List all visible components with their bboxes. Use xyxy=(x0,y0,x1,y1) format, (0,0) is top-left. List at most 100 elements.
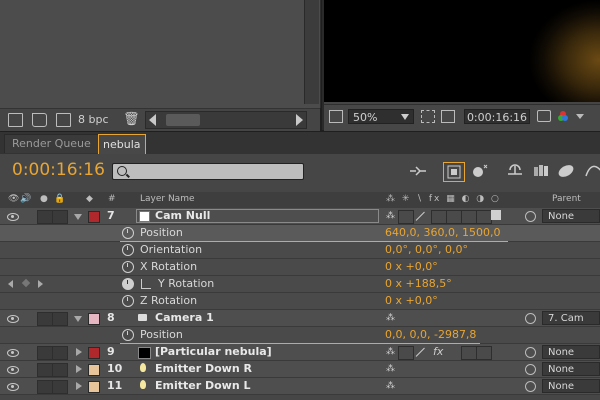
stopwatch-active-icon[interactable] xyxy=(122,278,134,290)
property-value[interactable]: 0,0°, 0,0°, 0,0° xyxy=(385,243,468,256)
hide-shy-layers-icon[interactable] xyxy=(470,162,490,180)
layer-name[interactable]: Emitter Down L xyxy=(155,379,251,392)
new-folder-icon[interactable] xyxy=(32,113,47,127)
graph-icon[interactable] xyxy=(141,279,151,289)
switch-box[interactable] xyxy=(431,210,447,224)
project-horizontal-scrollbar[interactable] xyxy=(145,111,307,129)
layer-name[interactable]: Emitter Down R xyxy=(155,362,252,375)
property-value[interactable]: 0 x +0,0° xyxy=(385,260,438,273)
switch-box[interactable] xyxy=(476,210,492,224)
tab-nebula[interactable]: nebula xyxy=(98,134,146,155)
layer-row-cam-null[interactable]: 7 Cam Null ⁂ None xyxy=(0,208,600,225)
parent-dropdown[interactable]: None xyxy=(542,362,600,376)
property-value[interactable]: 0 x +188,5° xyxy=(385,277,452,290)
switch-box[interactable] xyxy=(461,210,477,224)
eye-icon[interactable] xyxy=(7,213,19,221)
quality-icon[interactable] xyxy=(415,211,425,221)
label-color-swatch[interactable] xyxy=(88,381,100,393)
label-color-swatch[interactable] xyxy=(88,211,100,223)
property-row-y-rotation[interactable]: Y Rotation 0 x +188,5° xyxy=(0,276,600,293)
frame-blending-icon[interactable] xyxy=(505,162,525,180)
shy-switch-icon[interactable]: ⁂ xyxy=(386,381,395,391)
switch-box[interactable] xyxy=(476,346,492,360)
switch-box[interactable] xyxy=(398,346,414,360)
property-row-x-rotation[interactable]: X Rotation 0 x +0,0° xyxy=(0,259,600,276)
layer-name[interactable]: Cam Null xyxy=(155,209,210,222)
parent-dropdown[interactable]: None xyxy=(542,345,600,359)
new-composition-icon[interactable] xyxy=(56,113,71,127)
property-row-camera-position[interactable]: Position 0,0, 0,0, -2987,8 xyxy=(0,327,600,344)
expand-triangle-icon[interactable] xyxy=(74,316,82,322)
graph-editor-icon[interactable] xyxy=(584,162,600,180)
lock-box[interactable] xyxy=(52,363,68,377)
property-value[interactable]: 0 x +0,0° xyxy=(385,294,438,307)
camera-snapshot-icon[interactable] xyxy=(537,110,551,122)
choose-grid-icon[interactable] xyxy=(421,110,435,123)
layer-row-emitter-down-l[interactable]: 11 Emitter Down L ⁂ None xyxy=(0,378,600,395)
effects-fx-icon[interactable]: fx xyxy=(433,345,443,358)
pick-whip-icon[interactable] xyxy=(525,347,536,358)
label-color-swatch[interactable] xyxy=(88,364,100,376)
switches-header-icons[interactable]: ⁂ ✳ ∖ fx ▦ ◐ ◑ ○ xyxy=(386,194,501,204)
3d-layer-cube-icon[interactable] xyxy=(491,210,501,220)
previous-keyframe-icon[interactable] xyxy=(8,280,13,288)
label-color-swatch[interactable] xyxy=(88,313,100,325)
solo-header-icon[interactable]: ● xyxy=(40,194,48,204)
layer-name[interactable]: [Particular nebula] xyxy=(155,345,272,358)
always-preview-icon[interactable] xyxy=(329,110,343,123)
stopwatch-icon[interactable] xyxy=(122,244,134,256)
scroll-right-arrow-icon[interactable] xyxy=(296,114,303,126)
stopwatch-icon[interactable] xyxy=(122,295,134,307)
bit-depth-label[interactable]: 8 bpc xyxy=(78,113,109,126)
lock-box[interactable] xyxy=(52,312,68,326)
eye-icon[interactable] xyxy=(7,315,19,323)
scroll-left-arrow-icon[interactable] xyxy=(149,114,156,126)
pick-whip-icon[interactable] xyxy=(525,313,536,324)
parent-dropdown[interactable]: None xyxy=(542,379,600,393)
property-row-z-rotation[interactable]: Z Rotation 0 x +0,0° xyxy=(0,293,600,310)
pick-whip-icon[interactable] xyxy=(525,211,536,222)
magnification-select[interactable]: 50% xyxy=(348,109,414,124)
switch-box[interactable] xyxy=(461,346,477,360)
collapse-triangle-icon[interactable] xyxy=(76,348,82,356)
project-vertical-scrollbar[interactable] xyxy=(304,0,319,104)
quality-icon[interactable] xyxy=(415,347,425,357)
property-row-orientation[interactable]: Orientation 0,0°, 0,0°, 0,0° xyxy=(0,242,600,259)
draft-3d-icon[interactable] xyxy=(443,162,465,182)
eye-icon[interactable] xyxy=(7,366,19,374)
solo-box[interactable] xyxy=(37,346,53,360)
stopwatch-icon[interactable] xyxy=(122,329,134,341)
layer-row-emitter-down-r[interactable]: 10 Emitter Down R ⁂ None xyxy=(0,361,600,378)
solo-box[interactable] xyxy=(37,210,53,224)
stopwatch-icon[interactable] xyxy=(122,261,134,273)
interpret-footage-icon[interactable] xyxy=(8,113,23,127)
property-value[interactable]: 640,0, 360,0, 1500,0 xyxy=(385,226,500,239)
label-header-icon[interactable]: ◆ xyxy=(86,194,93,204)
layer-search-input[interactable] xyxy=(112,163,304,180)
solo-box[interactable] xyxy=(37,363,53,377)
toggle-mask-icon[interactable] xyxy=(441,110,455,123)
number-column-header[interactable]: # xyxy=(108,194,116,204)
label-color-swatch[interactable] xyxy=(88,347,100,359)
lock-header-icon[interactable]: 🔒 xyxy=(54,194,65,204)
layer-name-column-header[interactable]: Layer Name xyxy=(140,194,195,204)
collapse-triangle-icon[interactable] xyxy=(76,382,82,390)
channel-dropdown-icon[interactable] xyxy=(576,114,584,119)
trash-icon[interactable]: 🗑 xyxy=(123,112,140,127)
pick-whip-icon[interactable] xyxy=(525,381,536,392)
comp-mini-flowchart-icon[interactable] xyxy=(408,162,428,180)
lock-box[interactable] xyxy=(52,210,68,224)
audio-header-icon[interactable]: 🔊 xyxy=(20,194,31,204)
property-row-position[interactable]: Position 640,0, 360,0, 1500,0 xyxy=(0,225,600,242)
stopwatch-icon[interactable] xyxy=(122,227,134,239)
project-list-area[interactable] xyxy=(0,0,321,108)
switch-box[interactable] xyxy=(446,210,462,224)
add-keyframe-icon[interactable] xyxy=(21,278,31,288)
shy-switch-icon[interactable]: ⁂ xyxy=(386,347,395,357)
tab-render-queue[interactable]: Render Queue xyxy=(4,134,99,153)
parent-dropdown[interactable]: 7. Cam Nul xyxy=(542,311,600,338)
lock-box[interactable] xyxy=(52,380,68,394)
eye-icon[interactable] xyxy=(7,349,19,357)
expand-triangle-icon[interactable] xyxy=(74,214,82,220)
shy-switch-icon[interactable]: ⁂ xyxy=(386,313,395,323)
